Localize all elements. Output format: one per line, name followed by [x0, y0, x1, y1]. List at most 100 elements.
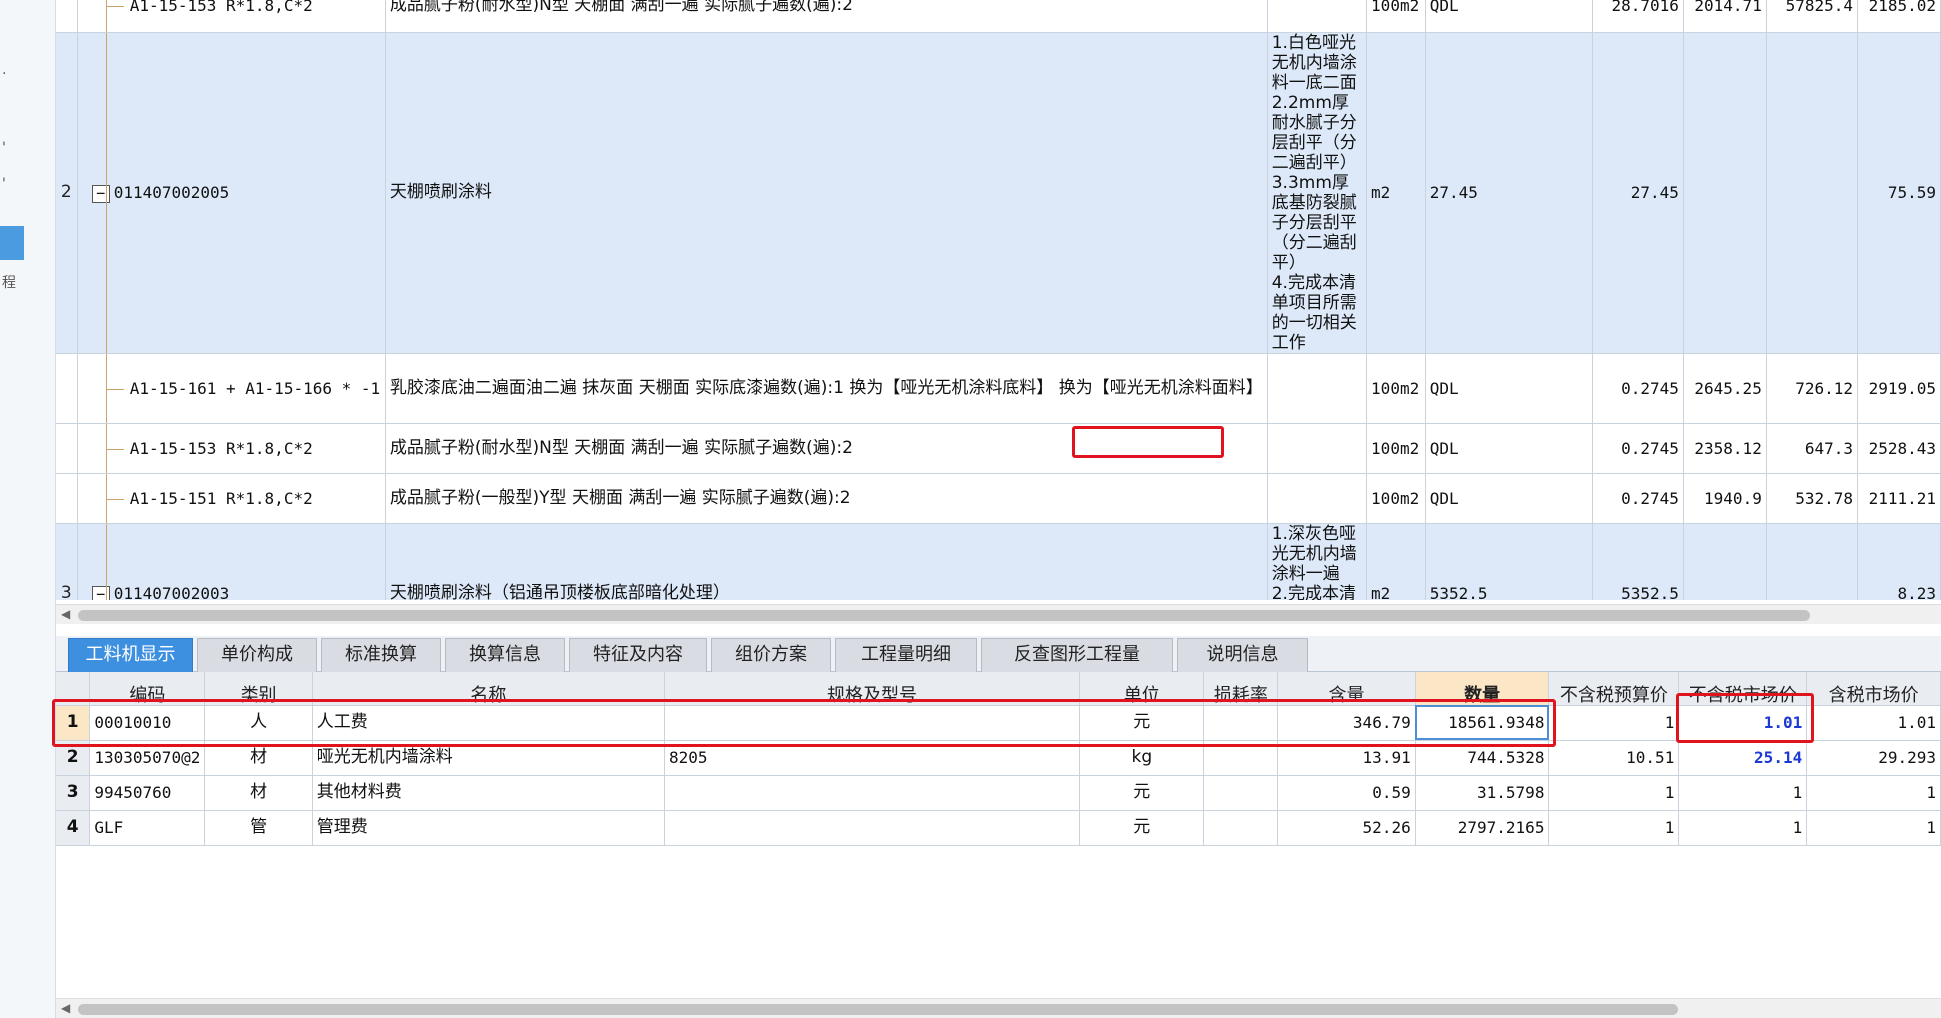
resource-content[interactable]: 0.59 — [1277, 775, 1416, 811]
resource-spec[interactable] — [664, 775, 1081, 811]
resource-market-price[interactable]: 1.01 — [1678, 705, 1808, 741]
quantity-expression[interactable]: 27.45 — [1425, 32, 1594, 354]
price-column-3[interactable]: 2185.02 — [1857, 0, 1941, 33]
tab-unit-price-composition[interactable]: 单价构成 — [197, 638, 317, 672]
resource-row-number[interactable]: 1 — [56, 705, 91, 741]
header-budget-price[interactable]: 不含税预算价 — [1548, 672, 1680, 706]
resource-unit[interactable]: 元 — [1079, 775, 1205, 811]
price-column-3[interactable]: 75.59 — [1857, 32, 1941, 354]
resource-row[interactable]: 4 GLF 管管理费元 52.26 2797.2165 1 1 1 — [56, 810, 1941, 846]
item-name[interactable]: 天棚喷刷涂料 — [385, 32, 1268, 354]
resource-category[interactable]: 材 — [204, 740, 313, 776]
price-column-2[interactable]: 57825.4 — [1766, 0, 1859, 33]
resource-code[interactable]: GLF — [89, 810, 206, 846]
row-index[interactable] — [56, 423, 78, 474]
tab-conversion-info[interactable]: 换算信息 — [445, 638, 565, 672]
resource-taxed-market-price[interactable]: 1 — [1806, 775, 1941, 811]
price-column-3[interactable]: 8.23 — [1857, 523, 1941, 600]
price-column-2[interactable]: 647.3 — [1766, 423, 1859, 474]
resource-row[interactable]: 2 130305070@2 材哑光无机内墙涂料 8205 kg 13.91 744.5328… — [56, 740, 1941, 776]
price-column-2[interactable] — [1766, 523, 1859, 600]
tab-reverse-graphic-quantity[interactable]: 反查图形工程量 — [981, 638, 1173, 672]
resource-budget-price[interactable]: 1 — [1548, 775, 1680, 811]
resource-quantity[interactable]: 2797.2165 — [1415, 810, 1550, 846]
tab-quantity-detail[interactable]: 工程量明细 — [835, 638, 977, 672]
item-features[interactable] — [1267, 353, 1368, 424]
resource-taxed-market-price[interactable]: 1.01 — [1806, 705, 1941, 741]
resource-row[interactable]: 3 99450760 材其他材料费元 0.59 31.5798 1 1 1 — [56, 775, 1941, 811]
resource-market-price[interactable]: 1 — [1678, 775, 1808, 811]
quantity-expression[interactable]: QDL — [1425, 353, 1594, 424]
resource-code[interactable]: 00010010 — [89, 705, 206, 741]
tab-features-content[interactable]: 特征及内容 — [569, 638, 707, 672]
tab-pricing-scheme[interactable]: 组价方案 — [711, 638, 831, 672]
item-features[interactable]: 1.深灰色哑光无机内墙涂料一遍 2.完成本清单项目所需的一切相关工作 — [1267, 523, 1368, 600]
scrollbar-thumb[interactable] — [78, 610, 1810, 621]
quantity-expression[interactable]: 5352.5 — [1425, 523, 1594, 600]
price-column-1[interactable]: 2645.25 — [1683, 353, 1767, 424]
row-index[interactable] — [56, 353, 78, 424]
header-market-price[interactable]: 不含税市场价 — [1678, 672, 1808, 706]
header-code[interactable]: 编码 — [89, 672, 206, 706]
resource-taxed-market-price[interactable]: 29.293 — [1806, 740, 1941, 776]
minus-box-icon[interactable]: − — [91, 184, 110, 203]
resource-name[interactable]: 管理费 — [312, 810, 665, 846]
price-column-1[interactable]: 1940.9 — [1683, 473, 1767, 524]
quota-row[interactable]: A1-15-161 + A1-15-166 * -1 乳胶漆底油二遍面油二遍 抹灰… — [56, 353, 1941, 424]
item-name[interactable]: 天棚喷刷涂料（铝通吊顶楼板底部暗化处理） — [385, 523, 1268, 600]
row-index[interactable] — [56, 473, 78, 524]
resource-spec[interactable]: 8205 — [664, 740, 1081, 776]
item-features[interactable] — [1267, 0, 1368, 33]
item-unit[interactable]: 100m2 — [1366, 423, 1426, 474]
header-name[interactable]: 名称 — [312, 672, 665, 706]
resource-name[interactable]: 哑光无机内墙涂料 — [312, 740, 665, 776]
price-column-1[interactable] — [1683, 32, 1767, 354]
resource-row[interactable]: 1 00010010 人人工费元 346.79 18561.9348 1 1.01 1.01 — [56, 705, 1941, 741]
quantity-expression[interactable]: QDL — [1425, 423, 1594, 474]
price-column-2[interactable] — [1766, 32, 1859, 354]
resource-content[interactable]: 346.79 — [1277, 705, 1416, 741]
item-quantity[interactable]: 5352.5 — [1592, 523, 1684, 600]
item-unit[interactable]: m2 — [1366, 523, 1426, 600]
quota-row[interactable]: A1-15-153 R*1.8,C*2 成品腻子粉(耐水型)N型 天棚面 满刮一遍… — [56, 423, 1941, 474]
item-quantity[interactable]: 0.2745 — [1592, 353, 1684, 424]
row-index[interactable] — [56, 0, 78, 33]
resource-taxed-market-price[interactable]: 1 — [1806, 810, 1941, 846]
price-column-1[interactable]: 2358.12 — [1683, 423, 1767, 474]
resource-name[interactable]: 其他材料费 — [312, 775, 665, 811]
resource-unit[interactable]: kg — [1079, 740, 1205, 776]
resource-quantity[interactable]: 31.5798 — [1415, 775, 1550, 811]
tab-description-info[interactable]: 说明信息 — [1177, 638, 1308, 672]
arrow-left-icon[interactable]: ◀ — [61, 607, 70, 621]
resource-market-price[interactable]: 25.14 — [1678, 740, 1808, 776]
header-quantity[interactable]: 数量 — [1415, 672, 1550, 706]
price-column-3[interactable]: 2919.05 — [1857, 353, 1941, 424]
tab-labor-material-machine[interactable]: 工料机显示 — [68, 638, 193, 672]
item-code-cell[interactable]: A1-15-153 R*1.8,C*2 — [77, 423, 386, 474]
header-category[interactable]: 类别 — [204, 672, 313, 706]
item-unit[interactable]: 100m2 — [1366, 0, 1426, 33]
item-unit[interactable]: m2 — [1366, 32, 1426, 354]
scrollbar-thumb[interactable] — [78, 1004, 1678, 1015]
price-column-2[interactable]: 726.12 — [1766, 353, 1859, 424]
resource-code[interactable]: 99450760 — [89, 775, 206, 811]
quota-row[interactable]: A1-15-153 R*1.8,C*2 成品腻子粉(耐水型)N型 天棚面 满刮一遍… — [56, 0, 1941, 33]
arrow-left-icon[interactable]: ◀ — [61, 1001, 70, 1015]
resource-row-number[interactable]: 2 — [56, 740, 91, 776]
item-unit[interactable]: 100m2 — [1366, 353, 1426, 424]
resource-loss-rate[interactable] — [1203, 740, 1279, 776]
resource-content[interactable]: 13.91 — [1277, 740, 1416, 776]
left-nav-selected-item[interactable] — [0, 226, 24, 260]
resource-category[interactable]: 人 — [204, 705, 313, 741]
item-code-cell[interactable]: −011407002003 — [77, 523, 386, 600]
minus-box-icon[interactable]: − — [91, 585, 110, 600]
resource-loss-rate[interactable] — [1203, 775, 1279, 811]
resource-category[interactable]: 材 — [204, 775, 313, 811]
resource-market-price[interactable]: 1 — [1678, 810, 1808, 846]
resource-row-number[interactable]: 4 — [56, 810, 91, 846]
lower-horizontal-scrollbar[interactable]: ◀ — [56, 998, 1941, 1018]
item-name[interactable]: 乳胶漆底油二遍面油二遍 抹灰面 天棚面 实际底漆遍数(遍):1 换为【哑光无机涂… — [385, 353, 1268, 424]
item-quantity[interactable]: 0.2745 — [1592, 423, 1684, 474]
resource-spec[interactable] — [664, 810, 1081, 846]
upper-horizontal-scrollbar[interactable]: ◀ — [56, 604, 1941, 624]
